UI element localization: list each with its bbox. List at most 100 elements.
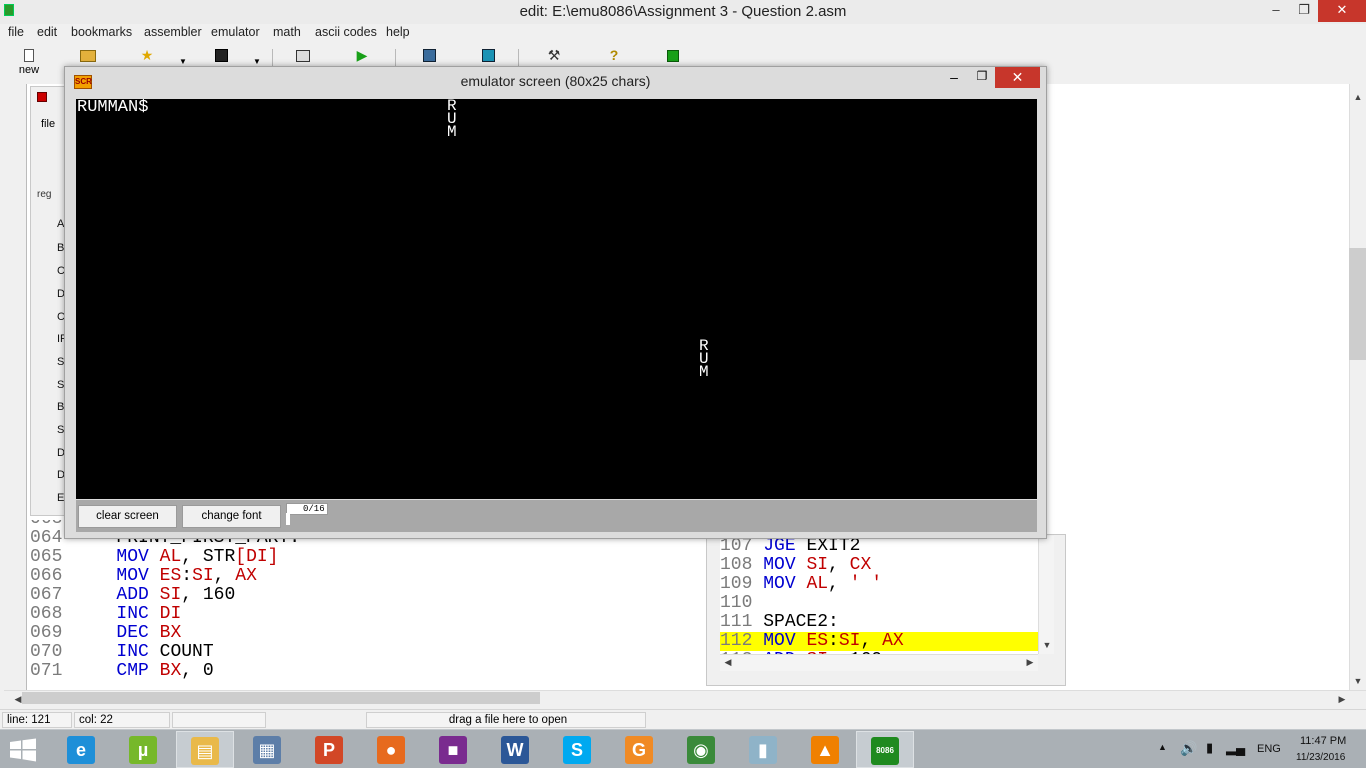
console-output[interactable]: RUMMAN$ RUM RUM [76, 99, 1037, 499]
code-text: , 0 [181, 661, 214, 681]
maximize-button[interactable]: ❐ [1290, 0, 1318, 22]
volume-icon[interactable]: 🔊 [1180, 740, 1197, 757]
window-title: edit: E:\emu8086\Assignment 3 - Question… [519, 3, 847, 20]
change-font-button[interactable]: change font [182, 505, 281, 528]
scroll-up-arrow-icon[interactable]: ▲ [1350, 92, 1366, 102]
line-number: 107 [720, 536, 753, 556]
code-register: AL [806, 574, 829, 594]
code-line[interactable]: 109 MOV AL, ' ' [720, 575, 1038, 594]
minimize-button[interactable]: – [1262, 0, 1290, 22]
scroll-right-arrow-icon[interactable]: ▶ [1022, 657, 1038, 668]
language-indicator[interactable]: ENG [1257, 743, 1281, 755]
chrome-icon: ◉ [687, 736, 715, 764]
code-keyword: MOV [73, 566, 160, 586]
code-line[interactable]: 068 INC DI [30, 605, 181, 624]
star-icon: ★ [140, 47, 154, 63]
menu-math[interactable]: math [273, 25, 301, 39]
code-line[interactable]: 065 MOV AL, STR[DI] [30, 548, 278, 567]
battery-icon[interactable]: ▮ [1206, 740, 1213, 756]
taskbar-app-skype[interactable]: S [548, 731, 606, 768]
code-keyword: ADD [73, 585, 160, 605]
taskbar-app-winrar[interactable]: ■ [424, 731, 482, 768]
taskbar-app-vlc[interactable]: ▲ [796, 731, 854, 768]
skype-icon: S [563, 736, 591, 764]
code-line[interactable]: 107 JGE EXIT2 [720, 537, 1038, 556]
taskbar-app-internet-explorer[interactable]: e [52, 731, 110, 768]
editor-hscroll-thumb[interactable] [22, 692, 540, 704]
code-text: , STR [181, 547, 236, 567]
menu-emulator[interactable]: emulator [211, 25, 260, 39]
menu-ascii-codes[interactable]: ascii codes [315, 25, 377, 39]
line-number: 071 [30, 661, 63, 681]
taskbar-app-calculator[interactable]: ▦ [238, 731, 296, 768]
code-keyword: INC [73, 642, 160, 662]
editor-vscroll-thumb[interactable] [1349, 248, 1366, 360]
taskbar-app-firefox[interactable]: ● [362, 731, 420, 768]
winrar-icon: ■ [439, 736, 467, 764]
new-button[interactable]: new [11, 47, 47, 81]
code-keyword: MOV [73, 547, 160, 567]
emulator-screen-maximize-button[interactable]: ❐ [969, 69, 995, 89]
line-number: 065 [30, 547, 63, 567]
vlc-icon: ▲ [811, 736, 839, 764]
menu-assembler[interactable]: assembler [144, 25, 202, 39]
taskbar-app-word[interactable]: W [486, 731, 544, 768]
emulator-screen-close-button[interactable]: ✕ [995, 67, 1040, 88]
menu-help[interactable]: help [386, 25, 410, 39]
menu-edit[interactable]: edit [37, 25, 57, 39]
emulator-screen-controls: clear screen change font 0/16 [76, 500, 1037, 532]
show-hidden-icons-icon[interactable]: ▲ [1158, 742, 1167, 752]
code-register: AX [235, 566, 257, 586]
code-register: ES [159, 566, 182, 586]
emulator-file-tab[interactable]: file [41, 118, 55, 130]
output-counter-thumb[interactable] [286, 513, 290, 525]
code-line[interactable]: 067 ADD SI, 160 [30, 586, 235, 605]
examples-dropdown-arrow[interactable]: ▼ [179, 57, 187, 66]
menu-file[interactable]: file [8, 25, 24, 39]
editor-vscroll[interactable]: ▲ ▼ [1349, 84, 1366, 690]
taskbar-app-foxit-pdf[interactable]: G [610, 731, 668, 768]
taskbar-app-utorrent[interactable]: µ [114, 731, 172, 768]
right-pane-hscroll[interactable]: ◀ ▶ [720, 654, 1038, 671]
new-label: new [18, 64, 40, 76]
code-line[interactable]: 069 DEC BX [30, 624, 181, 643]
start-button[interactable] [8, 738, 38, 762]
save-dropdown-arrow[interactable]: ▼ [253, 57, 261, 66]
network-signal-icon[interactable]: ▂▄ [1226, 740, 1245, 756]
code-editor-left[interactable]: 063 064 PRINT_FIRST_PART:065 MOV AL, STR… [30, 520, 708, 690]
scroll-right-arrow-icon[interactable]: ▶ [1334, 694, 1350, 705]
scroll-left-arrow-icon[interactable]: ◀ [720, 657, 736, 668]
right-pane-vscroll[interactable]: ▼ [1038, 536, 1054, 654]
scroll-down-arrow-icon[interactable]: ▼ [1350, 676, 1366, 686]
taskbar-app-emu8086[interactable]: 8086 [856, 731, 914, 768]
taskbar-app-file-explorer[interactable]: ▤ [176, 731, 234, 768]
clock-date[interactable]: 11/23/2016 [1296, 752, 1345, 763]
internet-explorer-icon: e [67, 736, 95, 764]
code-line-highlighted[interactable]: 112 MOV ES:SI, AX [720, 632, 1038, 651]
close-button[interactable]: ✕ [1318, 0, 1366, 22]
taskbar-app-chrome[interactable]: ◉ [672, 731, 730, 768]
code-line[interactable]: 110 [720, 594, 1038, 613]
code-editor-right[interactable]: 107 JGE EXIT2 108 MOV SI, CX 109 MOV AL, '… [720, 536, 1040, 654]
taskbar-app-notes[interactable]: ▮ [734, 731, 792, 768]
column-indicator: col: 22 [74, 712, 170, 728]
line-number: 111 [720, 612, 753, 632]
code-line[interactable]: 066 MOV ES:SI, AX [30, 567, 257, 586]
menu-bookmarks[interactable]: bookmarks [71, 25, 132, 39]
clock-time[interactable]: 11:47 PM [1300, 735, 1346, 747]
code-keyword: JGE [763, 536, 807, 556]
menubar: file edit bookmarks assembler emulator m… [0, 24, 1366, 43]
code-keyword: CMP [73, 661, 160, 681]
play-icon: ▶ [356, 47, 368, 63]
scroll-down-arrow-icon[interactable]: ▼ [1039, 640, 1055, 650]
code-line[interactable]: 111 SPACE2: [720, 613, 1038, 632]
code-line[interactable]: 108 MOV SI, CX [720, 556, 1038, 575]
code-register: SI [806, 555, 829, 575]
code-line[interactable]: 071 CMP BX, 0 [30, 662, 214, 681]
line-number: 069 [30, 623, 63, 643]
code-keyword: MOV [763, 574, 807, 594]
emulator-screen-minimize-button[interactable]: – [943, 69, 965, 89]
code-line[interactable]: 070 INC COUNT [30, 643, 214, 662]
taskbar-app-powerpoint[interactable]: P [300, 731, 358, 768]
clear-screen-button[interactable]: clear screen [78, 505, 177, 528]
